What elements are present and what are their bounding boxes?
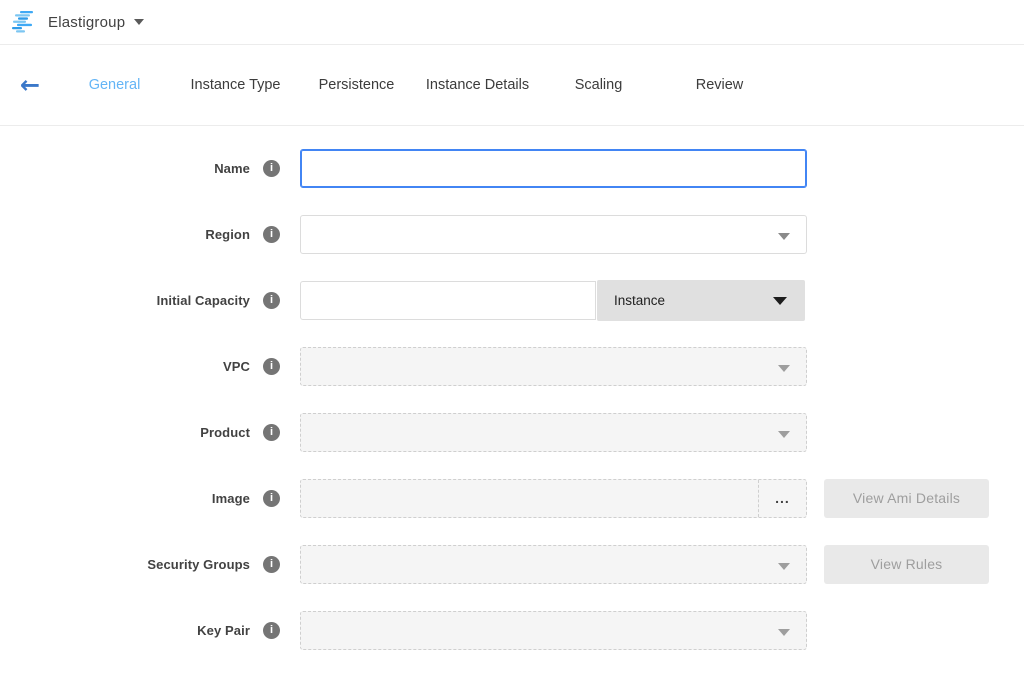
app-header: Elastigroup — [0, 0, 1024, 45]
image-label: Image — [0, 491, 250, 506]
chevron-down-icon — [778, 563, 790, 570]
chevron-down-icon — [778, 365, 790, 372]
capacity-unit-select[interactable]: Instance — [597, 280, 805, 321]
product-label: Product — [0, 425, 250, 440]
name-row: Name i — [0, 148, 1024, 188]
view-rules-button[interactable]: View Rules — [824, 545, 989, 584]
tab-instance-details[interactable]: Instance Details — [417, 77, 538, 93]
region-select[interactable] — [300, 215, 807, 254]
vpc-select — [300, 347, 807, 386]
name-label: Name — [0, 161, 250, 176]
tabs-container: General Instance Type Persistence Instan… — [54, 77, 780, 93]
capacity-unit-value: Instance — [614, 293, 665, 308]
wizard-tab-bar: ← General Instance Type Persistence Inst… — [0, 45, 1024, 126]
image-field: ... — [300, 479, 807, 518]
info-icon[interactable]: i — [263, 622, 280, 639]
initial-capacity-input[interactable] — [300, 281, 596, 320]
product-row: Product i — [0, 412, 1024, 452]
security-groups-row: Security Groups i View Rules — [0, 544, 1024, 584]
key-pair-select — [300, 611, 807, 650]
browse-image-button[interactable]: ... — [758, 480, 806, 517]
key-pair-row: Key Pair i — [0, 610, 1024, 650]
tab-persistence[interactable]: Persistence — [296, 77, 417, 93]
image-row: Image i ... View Ami Details — [0, 478, 1024, 518]
name-input[interactable] — [300, 149, 807, 188]
image-field-value — [301, 480, 758, 517]
initial-capacity-row: Initial Capacity i Instance — [0, 280, 1024, 320]
key-pair-label: Key Pair — [0, 623, 250, 638]
info-icon[interactable]: i — [263, 160, 280, 177]
back-arrow-icon[interactable]: ← — [20, 73, 46, 97]
initial-capacity-label: Initial Capacity — [0, 293, 250, 308]
info-icon[interactable]: i — [263, 292, 280, 309]
info-icon[interactable]: i — [263, 424, 280, 441]
info-icon[interactable]: i — [263, 490, 280, 507]
general-settings-form: Name i Region i Initial Capacity i Insta… — [0, 126, 1024, 650]
tab-scaling[interactable]: Scaling — [538, 77, 659, 93]
region-row: Region i — [0, 214, 1024, 254]
security-groups-label: Security Groups — [0, 557, 250, 572]
product-select — [300, 413, 807, 452]
info-icon[interactable]: i — [263, 556, 280, 573]
security-groups-select — [300, 545, 807, 584]
vpc-row: VPC i — [0, 346, 1024, 386]
info-icon[interactable]: i — [263, 358, 280, 375]
view-ami-details-button[interactable]: View Ami Details — [824, 479, 989, 518]
info-icon[interactable]: i — [263, 226, 280, 243]
tab-instance-type[interactable]: Instance Type — [175, 77, 296, 93]
elastigroup-logo-icon — [12, 11, 38, 33]
tab-review[interactable]: Review — [659, 77, 780, 93]
chevron-down-icon — [778, 431, 790, 438]
tab-general[interactable]: General — [54, 77, 175, 93]
vpc-label: VPC — [0, 359, 250, 374]
chevron-down-icon[interactable] — [134, 19, 144, 25]
chevron-down-icon — [778, 233, 790, 240]
region-label: Region — [0, 227, 250, 242]
app-title[interactable]: Elastigroup — [48, 14, 125, 31]
chevron-down-icon — [778, 629, 790, 636]
chevron-down-icon — [773, 297, 787, 305]
